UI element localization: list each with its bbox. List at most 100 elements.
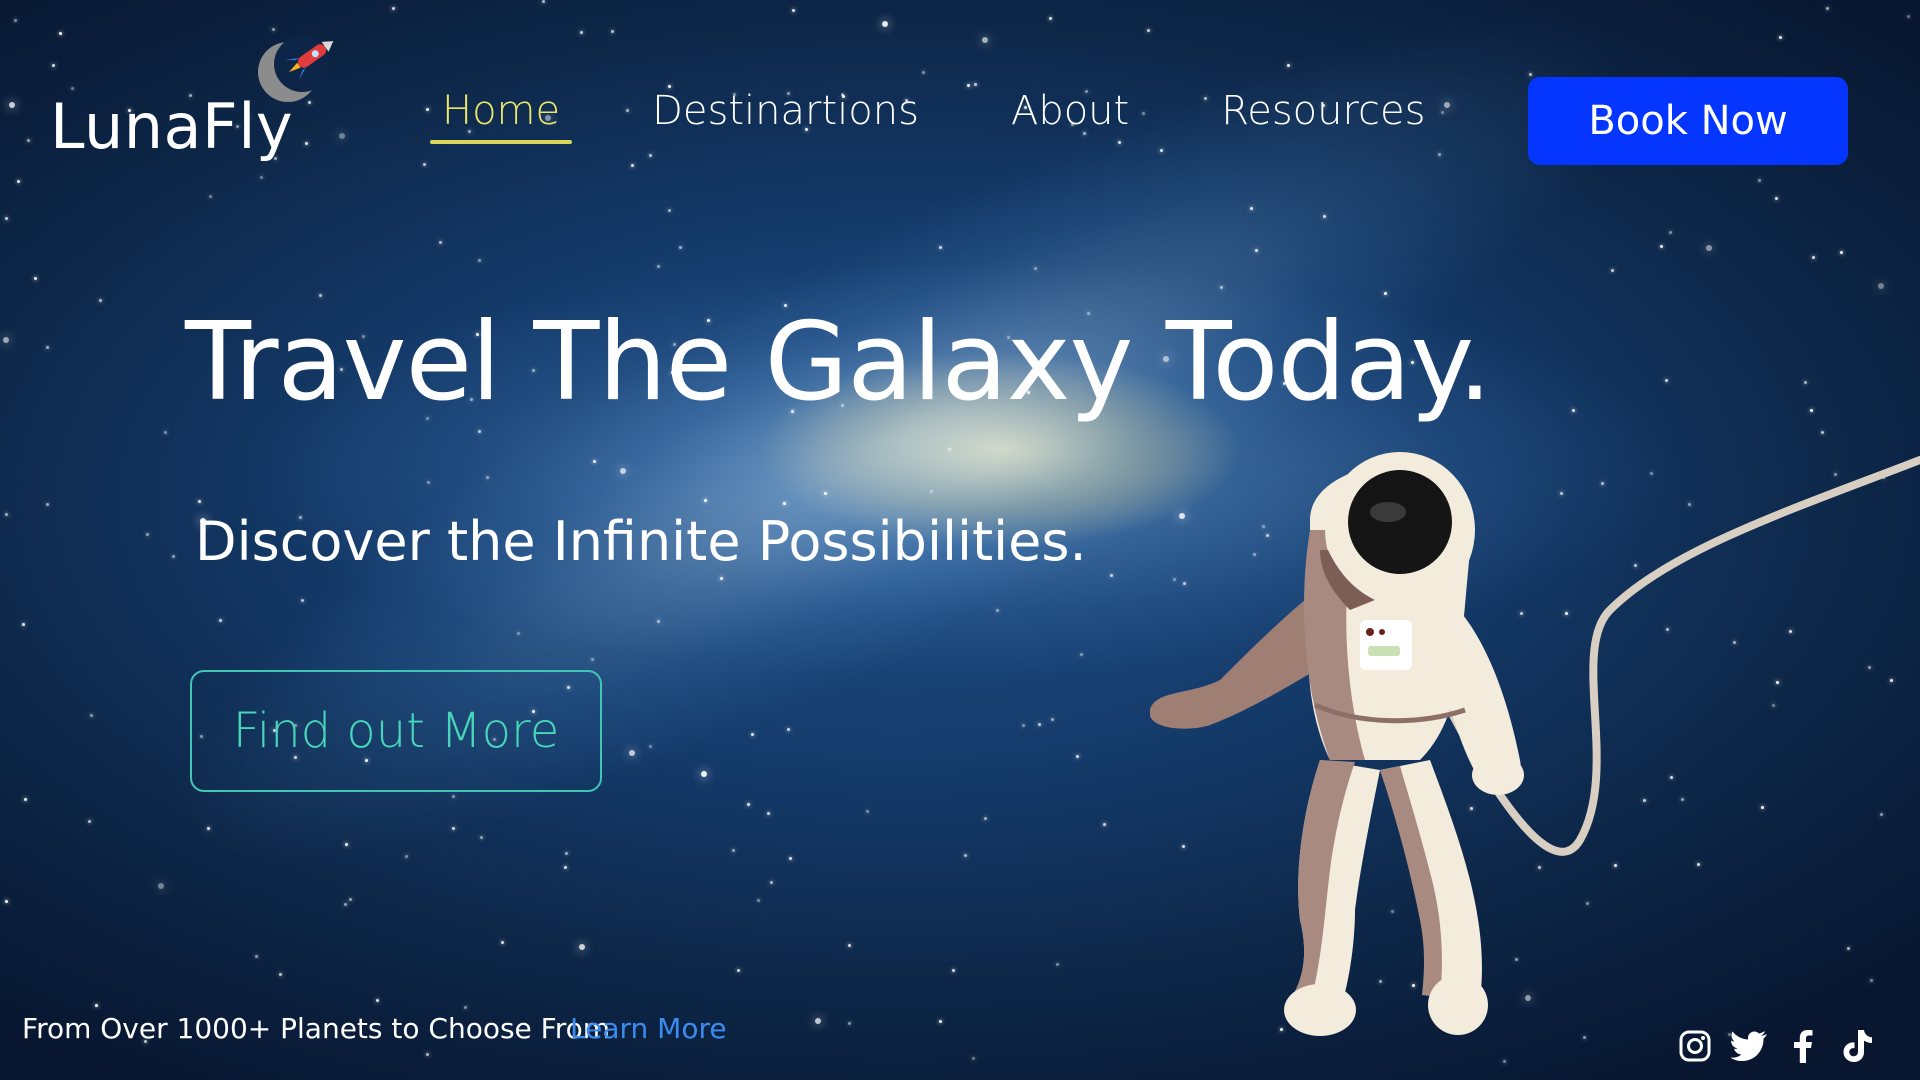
star — [1103, 823, 1106, 826]
star — [158, 883, 164, 889]
star — [1250, 207, 1253, 210]
star — [848, 1022, 851, 1025]
star — [1826, 7, 1829, 10]
landing-page: LunaFly Home Destinartions About Resourc… — [0, 0, 1920, 1080]
star — [952, 969, 955, 972]
star — [1779, 36, 1782, 39]
star — [501, 941, 504, 944]
star — [1080, 653, 1083, 656]
star — [974, 83, 977, 86]
star — [426, 108, 429, 111]
star — [591, 658, 594, 661]
star — [255, 955, 258, 958]
star — [1255, 249, 1258, 252]
star — [657, 265, 660, 268]
star — [668, 209, 671, 212]
tiktok-icon[interactable] — [1837, 1026, 1877, 1066]
star — [478, 259, 481, 262]
star — [1706, 245, 1712, 251]
star — [767, 812, 770, 815]
star — [427, 481, 430, 484]
twitter-icon[interactable] — [1729, 1026, 1769, 1066]
nav-item-about[interactable]: About — [999, 88, 1141, 142]
main-nav: Home Destinartions About Resources — [430, 88, 1506, 144]
hero-subtitle: Discover the Infinite Possibilities. — [195, 510, 1087, 573]
star — [770, 881, 773, 884]
brand-logo[interactable]: LunaFly — [50, 30, 360, 170]
star — [423, 163, 426, 166]
star — [1804, 381, 1807, 384]
instagram-icon[interactable] — [1675, 1026, 1715, 1066]
star — [46, 503, 49, 506]
star — [593, 460, 596, 463]
star — [1034, 267, 1037, 270]
star — [319, 294, 322, 297]
star — [1323, 215, 1326, 218]
star — [564, 866, 567, 869]
star — [1529, 73, 1532, 76]
star — [146, 533, 149, 536]
star — [565, 852, 568, 855]
star — [90, 714, 93, 717]
star — [88, 820, 91, 823]
star — [207, 827, 210, 830]
star — [34, 277, 37, 280]
nav-item-resources[interactable]: Resources — [1209, 88, 1437, 142]
star — [1049, 17, 1052, 20]
star — [922, 71, 925, 74]
star — [789, 857, 792, 860]
star — [279, 973, 282, 976]
star — [260, 176, 263, 179]
star — [930, 490, 933, 493]
star — [815, 1018, 821, 1024]
star — [464, 1006, 467, 1009]
star — [344, 903, 347, 906]
star — [679, 246, 682, 249]
star — [452, 827, 455, 830]
star — [1056, 963, 1059, 966]
star — [27, 139, 30, 142]
star — [579, 944, 585, 950]
star — [964, 854, 967, 857]
star — [737, 969, 740, 972]
learn-more-link[interactable]: Learn More — [570, 1012, 727, 1045]
star — [1660, 245, 1663, 248]
star — [1160, 149, 1163, 152]
star — [1669, 231, 1672, 234]
star — [9, 102, 15, 108]
facebook-icon[interactable] — [1783, 1026, 1823, 1066]
star — [99, 299, 102, 302]
star — [972, 1057, 975, 1060]
star — [517, 632, 520, 635]
star — [984, 817, 987, 820]
star — [46, 346, 49, 349]
nav-item-home[interactable]: Home — [430, 88, 573, 144]
star — [704, 499, 707, 502]
star — [478, 430, 481, 433]
star — [866, 810, 869, 813]
star — [657, 620, 660, 623]
star — [629, 750, 635, 756]
nav-item-destinations[interactable]: Destinartions — [640, 88, 931, 142]
star — [1503, 1060, 1506, 1063]
star — [747, 803, 750, 806]
star — [349, 898, 352, 901]
star — [824, 492, 827, 495]
star — [783, 502, 786, 505]
star — [17, 180, 20, 183]
star — [1878, 283, 1884, 289]
star — [631, 164, 634, 167]
star — [1572, 409, 1575, 412]
find-out-more-button[interactable]: Find out More — [190, 670, 602, 792]
star — [392, 7, 395, 10]
star — [701, 771, 707, 777]
star — [405, 855, 408, 858]
star — [649, 154, 652, 157]
book-now-button[interactable]: Book Now — [1528, 77, 1848, 165]
star — [732, 849, 735, 852]
star — [301, 599, 304, 602]
star — [439, 241, 442, 244]
star — [1775, 197, 1778, 200]
star — [480, 836, 483, 839]
star — [95, 1004, 98, 1007]
